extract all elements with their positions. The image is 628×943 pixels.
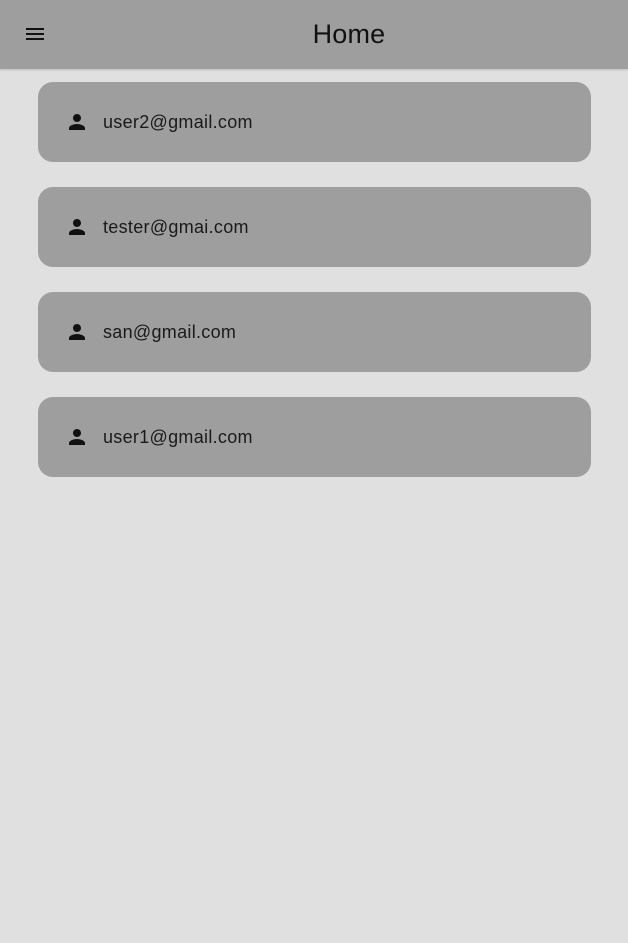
user-email: user2@gmail.com bbox=[103, 111, 253, 132]
person-icon bbox=[65, 215, 89, 239]
person-icon bbox=[65, 110, 89, 134]
user-list-item[interactable]: user2@gmail.com bbox=[38, 82, 591, 162]
person-icon bbox=[65, 320, 89, 344]
user-email: user1@gmail.com bbox=[103, 426, 253, 447]
user-list-item[interactable]: user1@gmail.com bbox=[38, 397, 591, 477]
user-email: san@gmail.com bbox=[103, 321, 237, 342]
user-list-item[interactable]: tester@gmai.com bbox=[38, 187, 591, 267]
user-email: tester@gmai.com bbox=[103, 216, 249, 237]
page-title: Home bbox=[312, 19, 386, 49]
app-bar: Home bbox=[0, 0, 628, 69]
user-list-item[interactable]: san@gmail.com bbox=[38, 292, 591, 372]
person-icon bbox=[65, 425, 89, 449]
user-list: user2@gmail.com tester@gmai.com san@gmai… bbox=[38, 82, 591, 502]
